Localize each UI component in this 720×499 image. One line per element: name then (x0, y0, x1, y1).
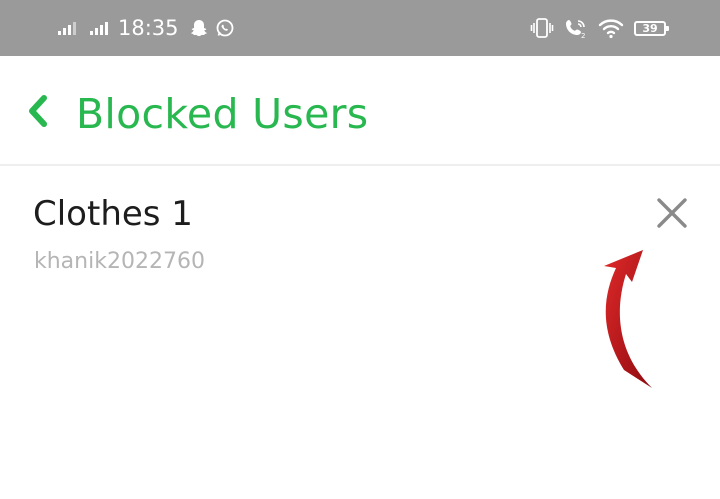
status-right: 2 39 (530, 14, 669, 42)
svg-text:2: 2 (581, 32, 585, 39)
username: khanik2022760 (34, 249, 205, 274)
battery-level: 39 (642, 21, 658, 35)
battery-icon: 39 (634, 20, 669, 36)
status-bar: 18:35 2 39 (0, 0, 720, 56)
status-time: 18:35 (118, 16, 179, 40)
status-left: 18:35 (58, 14, 235, 42)
wifi-calling-icon: 2 (566, 20, 585, 39)
signal-bars-icon (58, 21, 76, 35)
back-button[interactable] (22, 92, 56, 132)
page-title: Blocked Users (76, 90, 369, 138)
vibrate-icon (530, 18, 554, 38)
unblock-button[interactable] (651, 192, 693, 234)
signal-bars-icon (90, 21, 108, 35)
snapchat-ghost-icon (190, 20, 207, 37)
header: Blocked Users (0, 56, 720, 166)
close-icon (657, 198, 687, 228)
curved-arrow-icon (604, 250, 652, 388)
chevron-left-icon (29, 95, 47, 127)
whatsapp-icon (216, 19, 233, 37)
display-name: Clothes 1 (33, 194, 193, 234)
wifi-icon (598, 19, 624, 39)
